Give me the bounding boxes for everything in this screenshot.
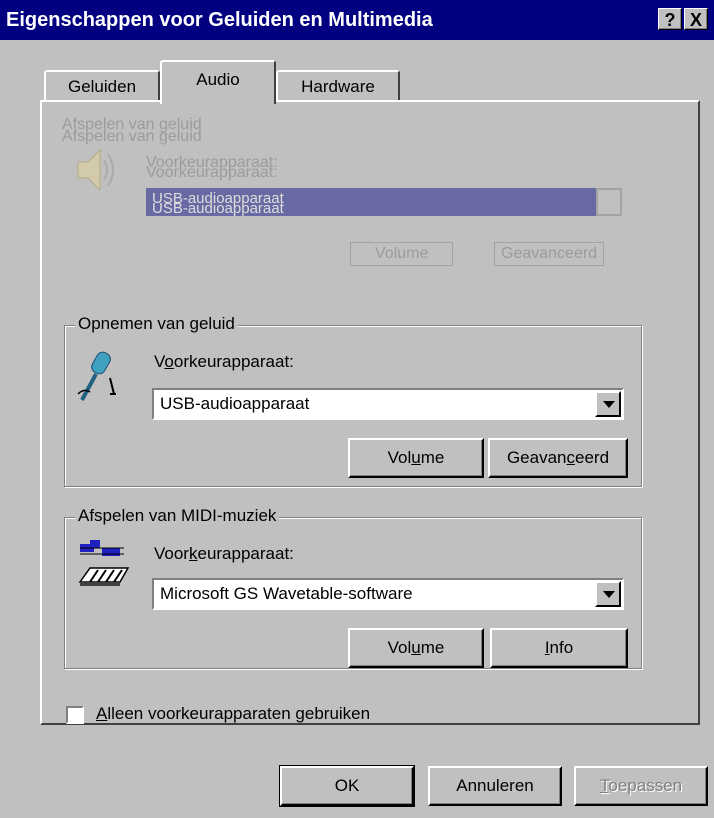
label-part: lleen voorkeurapparaten gebruiken <box>107 704 371 723</box>
tab-hardware[interactable]: Hardware <box>276 70 400 102</box>
label-mnemonic: A <box>96 704 108 723</box>
recording-device-value: USB-audioapparaat <box>160 394 310 413</box>
label-part: me <box>420 638 445 657</box>
recording-device-select[interactable]: USB-audioapparaat <box>152 388 624 420</box>
label-part: Geavan <box>506 448 567 467</box>
midi-info-button[interactable]: Info <box>490 628 628 668</box>
label-part: eerd <box>575 448 610 467</box>
label-part: Vol <box>387 638 412 657</box>
tab-label: Audio <box>196 70 240 89</box>
label-part: me <box>420 448 445 467</box>
close-button[interactable]: X <box>684 8 708 30</box>
label-mnemonic: c <box>566 448 576 467</box>
midi-device-select[interactable]: Microsoft GS Wavetable-software <box>152 578 624 610</box>
label-part: orkeurapparaat: <box>173 352 294 371</box>
chevron-down-icon[interactable] <box>595 391 621 417</box>
label-part: oepassen <box>608 776 683 795</box>
label-mnemonic: u <box>411 448 421 467</box>
cancel-button[interactable]: Annuleren <box>428 766 562 806</box>
tab-geluiden[interactable]: Geluiden <box>44 70 160 102</box>
properties-dialog: Eigenschappen voor Geluiden en Multimedi… <box>0 0 714 818</box>
playback-device-value-echo: USB-audioapparaat <box>152 200 284 217</box>
label-part: eurapparaat: <box>197 544 294 563</box>
tab-label: Geluiden <box>67 77 137 96</box>
only-preferred-label[interactable]: Alleen voorkeurapparaten gebruiken <box>96 704 370 724</box>
recording-legend: Opnemen van geluid <box>75 314 238 334</box>
apply-button[interactable]: Toepassen <box>574 766 708 806</box>
midi-keyboard-icon <box>76 538 132 594</box>
midi-device-label: Voorkeurapparaat: <box>154 544 294 564</box>
label-part: Voor <box>154 544 189 563</box>
playback-group-ghost: Afspelen van geluid Afspelen van geluid … <box>60 112 640 302</box>
recording-advanced-button[interactable]: Geavanceerd <box>488 438 628 478</box>
playback-device-select[interactable]: USB-audioapparaat USB-audioapparaat <box>146 188 616 217</box>
title-bar[interactable]: Eigenschappen voor Geluiden en Multimedi… <box>0 0 714 40</box>
ok-button[interactable]: OK <box>279 765 415 807</box>
help-button[interactable]: ? <box>658 8 682 30</box>
playback-volume-button[interactable]: Volume <box>350 242 454 266</box>
window-title: Eigenschappen voor Geluiden en Multimedi… <box>6 9 433 31</box>
recording-volume-button[interactable]: Volume <box>348 438 484 478</box>
label-part: V <box>154 352 165 371</box>
tab-label: Hardware <box>301 77 375 96</box>
microphone-icon <box>76 348 126 408</box>
midi-device-value: Microsoft GS Wavetable-software <box>160 584 413 603</box>
playback-dropdown-arrow[interactable] <box>596 188 622 216</box>
playback-advanced-button[interactable]: Geavanceerd <box>494 242 605 266</box>
midi-volume-button[interactable]: Volume <box>348 628 484 668</box>
tab-audio[interactable]: Audio <box>160 60 276 104</box>
label-part: Vol <box>387 448 412 467</box>
chevron-down-icon[interactable] <box>595 581 621 607</box>
only-preferred-checkbox[interactable] <box>66 706 84 724</box>
label-part: nfo <box>549 638 574 657</box>
speaker-icon <box>74 142 114 196</box>
playback-device-label-echo: Voorkeurapparaat: <box>146 164 278 181</box>
label-mnemonic: u <box>411 638 421 657</box>
label-mnemonic: o <box>164 352 174 371</box>
recording-device-label: Voorkeurapparaat: <box>154 352 294 372</box>
midi-legend: Afspelen van MIDI-muziek <box>75 506 280 526</box>
